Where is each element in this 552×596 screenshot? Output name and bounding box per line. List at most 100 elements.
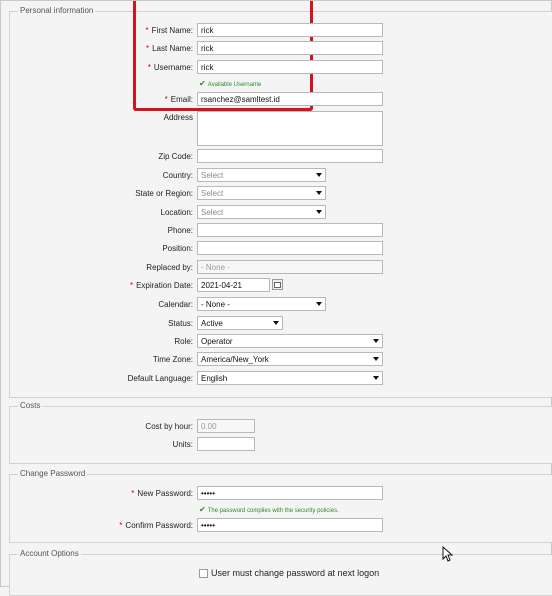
email-row: * Email: rsanchez@samltest.id (1, 92, 551, 108)
status-select-value: Active (201, 319, 223, 328)
state-row: State or Region: Select (1, 186, 551, 202)
chevron-down-icon (316, 210, 322, 214)
position-row: Position: (1, 241, 551, 257)
mouse-cursor-icon (442, 546, 454, 562)
zip-code-row: Zip Code: (1, 149, 551, 165)
required-marker: * (129, 281, 134, 290)
last-name-row: * Last Name: rick (1, 41, 551, 57)
zip-code-label: Zip Code: (158, 152, 193, 161)
expiration-date-input[interactable]: 2021-04-21 (197, 278, 270, 292)
location-select[interactable]: Select (197, 205, 326, 219)
username-label-text: Username: (153, 63, 193, 72)
username-hint-text: Available Username (207, 82, 262, 88)
time-zone-label: Time Zone: (152, 355, 193, 364)
zip-code-input[interactable] (197, 149, 383, 163)
chevron-down-icon (316, 173, 322, 177)
chevron-down-icon (373, 357, 379, 361)
new-password-label-text: New Password: (137, 489, 193, 498)
country-label: Country: (162, 171, 193, 180)
phone-label: Phone: (167, 226, 193, 235)
state-select[interactable]: Select (197, 186, 326, 200)
position-input[interactable] (197, 241, 383, 255)
time-zone-select-value: America/New_York (201, 355, 269, 364)
chevron-down-icon (373, 339, 379, 343)
calendar-label: Calendar: (158, 300, 193, 309)
cost-by-hour-input[interactable]: 0.00 (197, 419, 255, 433)
first-name-input[interactable]: rick (197, 23, 383, 37)
section-title-change-password: Change Password (18, 469, 88, 478)
last-name-label: * Last Name: (146, 44, 193, 53)
chevron-down-icon (273, 321, 279, 325)
chevron-down-icon (316, 191, 322, 195)
cost-by-hour-row: Cost by hour: 0.00 (1, 419, 551, 435)
address-row: Address (1, 111, 551, 147)
state-label: State or Region: (135, 189, 193, 198)
time-zone-select[interactable]: America/New_York (197, 352, 383, 366)
username-input[interactable]: rick (197, 60, 383, 74)
country-select[interactable]: Select (197, 168, 326, 182)
password-policy-hint: ✔ The password complies with the security… (199, 505, 339, 514)
calendar-icon[interactable] (272, 279, 283, 290)
replaced-by-input[interactable]: - None - (197, 260, 383, 274)
replaced-by-row: Replaced by: - None - (1, 260, 551, 276)
address-label: Address (163, 113, 193, 122)
costs-section: Costs (9, 401, 552, 464)
default-language-select[interactable]: English (197, 371, 383, 385)
chevron-down-icon (316, 302, 322, 306)
confirm-password-input[interactable]: ••••• (197, 518, 383, 532)
replaced-by-label: Replaced by: (146, 263, 193, 272)
state-select-value: Select (201, 189, 224, 198)
calendar-select-value: - None - (201, 300, 230, 309)
section-title-personal: Personal information (18, 6, 96, 15)
new-password-row: * New Password: ••••• (1, 486, 551, 502)
role-select[interactable]: Operator (197, 334, 383, 348)
status-row: Status: Active (1, 316, 551, 332)
expiration-date-label: * Expiration Date: (130, 281, 193, 290)
phone-row: Phone: (1, 223, 551, 239)
email-label-text: Email: (170, 95, 193, 104)
confirm-password-label: * Confirm Password: (119, 521, 193, 530)
section-title-costs: Costs (18, 401, 43, 410)
chevron-down-icon (373, 376, 379, 380)
phone-input[interactable] (197, 223, 383, 237)
address-textarea[interactable] (197, 111, 383, 146)
password-policy-hint-text: The password complies with the security … (207, 508, 339, 514)
username-available-hint: ✔ Available Username (199, 79, 261, 88)
role-label: Role: (174, 337, 193, 346)
must-change-password-label: User must change password at next logon (211, 568, 380, 578)
required-marker: * (164, 95, 168, 104)
position-label: Position: (162, 244, 193, 253)
first-name-row: * First Name: rick (1, 23, 551, 39)
check-icon: ✔ (199, 79, 206, 88)
required-marker: * (119, 521, 123, 530)
country-row: Country: Select (1, 168, 551, 184)
location-label: Location: (160, 208, 193, 217)
role-row: Role: Operator (1, 334, 551, 350)
default-language-select-value: English (201, 374, 228, 383)
check-icon: ✔ (199, 505, 206, 514)
username-label: * Username: (148, 63, 193, 72)
units-input[interactable] (197, 437, 255, 451)
first-name-label-text: First Name: (151, 26, 193, 35)
location-select-value: Select (201, 208, 224, 217)
last-name-input[interactable]: rick (197, 41, 383, 55)
confirm-password-row: * Confirm Password: ••••• (1, 518, 551, 534)
location-row: Location: Select (1, 205, 551, 221)
role-select-value: Operator (201, 337, 233, 346)
default-language-label: Default Language: (127, 374, 193, 383)
required-marker: * (145, 26, 149, 35)
status-select[interactable]: Active (197, 316, 283, 330)
must-change-password-checkbox[interactable] (199, 569, 208, 578)
required-marker: * (147, 63, 151, 72)
calendar-select[interactable]: - None - (197, 297, 326, 311)
status-label: Status: (168, 319, 193, 328)
units-row: Units: (1, 437, 551, 453)
expiration-date-label-text: Expiration Date: (136, 281, 193, 290)
email-input[interactable]: rsanchez@samltest.id (197, 92, 383, 106)
confirm-password-label-text: Confirm Password: (125, 521, 193, 530)
units-label: Units: (172, 440, 193, 449)
new-password-input[interactable]: ••••• (197, 486, 383, 500)
required-marker: * (131, 489, 135, 498)
cost-by-hour-label: Cost by hour: (145, 422, 193, 431)
section-title-account-options: Account Options (18, 549, 81, 558)
